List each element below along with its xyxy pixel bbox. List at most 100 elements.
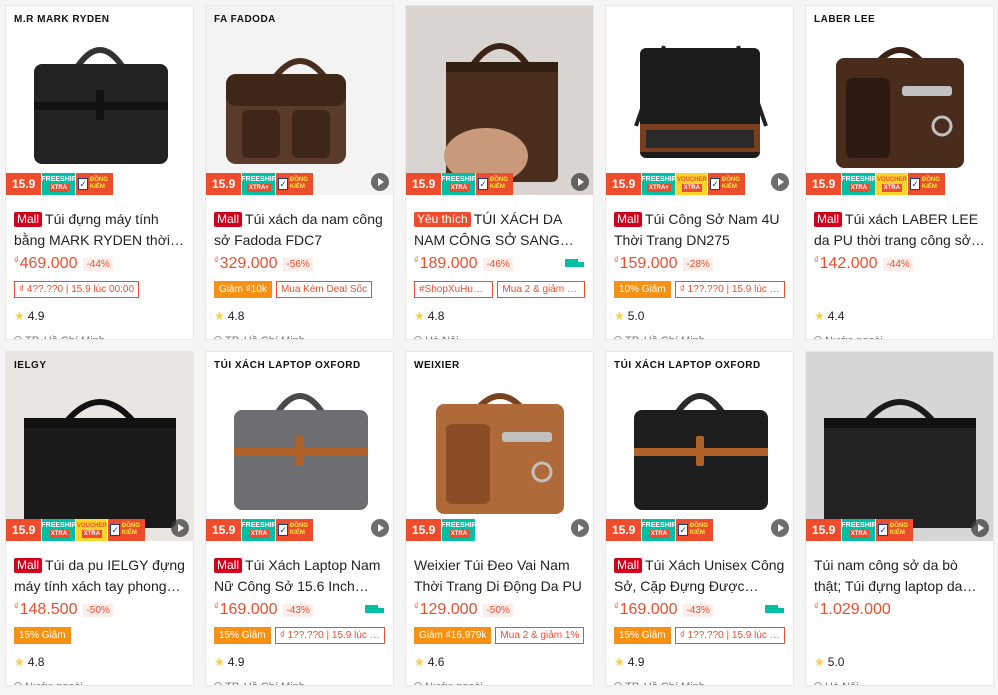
play-video-icon[interactable] — [571, 519, 589, 537]
play-video-icon[interactable] — [371, 519, 389, 537]
shop-location: Hà Nội — [814, 680, 985, 685]
sale-day-badge: 15.9 — [606, 519, 642, 541]
location-pin-icon — [14, 336, 22, 339]
discount-badge: -46% — [483, 257, 513, 271]
product-info: Mall Túi đựng máy tính bằng MARK RYDEN th… — [6, 209, 193, 339]
product-title[interactable]: Mall Túi Xách Unisex Công Sở, Cặp Đựng Đư… — [614, 555, 785, 597]
product-card[interactable]: IELGY 15.9 FREESHIP XTRA VOUCHER XTRA ✓ ĐỒNG KI… — [5, 351, 194, 686]
product-card[interactable]: M.R MARK RYDEN 15.9 FREESHIP XTRA ✓ ĐỒNG KIỂM… — [5, 5, 194, 340]
product-info: Mall Túi Xách Unisex Công Sở, Cặp Đựng Đư… — [606, 555, 793, 685]
promo-tag: Giảm ₫10k — [214, 281, 272, 298]
product-grid: M.R MARK RYDEN 15.9 FREESHIP XTRA ✓ ĐỒNG KIỂM… — [5, 5, 994, 686]
product-title[interactable]: Weixier Túi Đeo Vai Nam Thời Trang Di Độ… — [414, 555, 585, 597]
location-text: Hà Nội — [425, 335, 459, 339]
sale-day-badge: 15.9 — [406, 173, 442, 195]
product-card[interactable]: LABER LEE 15.9 FREESHIP XTRA VOUCHER XTRA ✓ ĐỒN… — [805, 5, 994, 340]
currency-symbol: ₫ — [814, 255, 819, 265]
inspection-badge: ✓ ĐỒNG KIỂM — [675, 519, 714, 541]
price-value: 1.029.000 — [819, 601, 891, 618]
product-image[interactable]: 15.9 FREESHIP XTRA ✓ ĐỒNG KIỂM — [806, 352, 993, 541]
product-card[interactable]: TÚI XÁCH LAPTOP OXFORD 15.9 FREESHIP XTRA ✓ Đ… — [205, 351, 394, 686]
inspection-label: ĐỒNG KIỂM — [89, 177, 108, 190]
product-title[interactable]: Túi nam công sở da bò thật; Túi đựng lap… — [814, 555, 985, 597]
price-value: 469.000 — [19, 255, 78, 272]
promo-tag: 15% Giảm — [14, 627, 71, 644]
product-image[interactable]: M.R MARK RYDEN 15.9 FREESHIP XTRA ✓ ĐỒNG KIỂM — [6, 6, 193, 195]
promo-tag: Mua Kèm Deal Sốc — [275, 281, 373, 298]
product-card[interactable]: TÚI XÁCH LAPTOP OXFORD 15.9 FREESHIP XTRA ✓ Đ… — [605, 351, 794, 686]
freeship-badge: FREESHIP XTRA — [641, 519, 676, 541]
product-image[interactable]: TÚI XÁCH LAPTOP OXFORD 15.9 FREESHIP XTRA ✓ Đ… — [206, 352, 393, 541]
inspection-badge: ✓ ĐỒNG KIỂM — [75, 173, 114, 195]
currency-symbol: ₫ — [614, 601, 619, 611]
product-image[interactable]: TÚI XÁCH LAPTOP OXFORD 15.9 FREESHIP XTRA ✓ Đ… — [606, 352, 793, 541]
voucher-badge: VOUCHER XTRA — [875, 173, 908, 195]
freeship-label: FREESHIP — [241, 176, 277, 183]
product-card[interactable]: 15.9 FREESHIP XTRA+ VOUCHER XTRA ✓ ĐỒNG KIỂM Ma… — [605, 5, 794, 340]
checkmark-icon: ✓ — [278, 178, 288, 190]
product-image[interactable]: 15.9 FREESHIP XTRA ✓ ĐỒNG KIỂM — [406, 6, 593, 195]
freeship-label: FREESHIP — [441, 176, 477, 183]
freeship-badge: FREESHIP XTRA — [841, 519, 876, 541]
freeship-xtra-label: XTRA — [448, 530, 470, 538]
promo-tags: Giảm ₫10k Mua Kèm Deal Sốc — [214, 281, 385, 298]
product-price: ₫1.029.000 — [814, 601, 891, 619]
mall-tag: Mall — [214, 212, 243, 227]
product-title[interactable]: Yêu thíchTÚI XÁCH DA NAM CÔNG SỞ SANG TR… — [414, 209, 585, 251]
price-row: ₫189.000 -46% — [414, 254, 585, 274]
play-video-icon[interactable] — [571, 173, 589, 191]
rating: ★ 5.0 — [614, 308, 785, 324]
brand-logo: IELGY — [14, 360, 47, 371]
checkmark-icon: ✓ — [278, 524, 288, 536]
freeship-label: FREESHIP — [41, 176, 77, 183]
product-image[interactable]: 15.9 FREESHIP XTRA+ VOUCHER XTRA ✓ ĐỒNG KIỂM — [606, 6, 793, 195]
product-title[interactable]: Mall Túi đựng máy tính bằng MARK RYDEN th… — [14, 209, 185, 251]
inspection-label: ĐỒNG KIỂM — [889, 523, 908, 536]
product-card[interactable]: FA FADODA 15.9 FREESHIP XTRA+ ✓ ĐỒNG KIỂM Mall… — [205, 5, 394, 340]
product-image[interactable]: IELGY 15.9 FREESHIP XTRA VOUCHER XTRA ✓ ĐỒNG KI… — [6, 352, 193, 541]
product-title[interactable]: Mall Túi da pu IELGY đựng máy tính xách t… — [14, 555, 185, 597]
shop-location: Nước ngoài — [414, 680, 585, 685]
product-card[interactable]: 15.9 FREESHIP XTRA ✓ ĐỒNG KIỂM Túi nam công s… — [805, 351, 994, 686]
location-pin-icon — [814, 336, 822, 339]
freeship-badge: FREESHIP XTRA — [441, 519, 477, 541]
product-image[interactable]: WEIXIER 15.9 FREESHIP XTRA — [406, 352, 593, 541]
product-image[interactable]: LABER LEE 15.9 FREESHIP XTRA VOUCHER XTRA ✓ ĐỒN… — [806, 6, 993, 195]
play-video-icon[interactable] — [371, 173, 389, 191]
freeship-label: FREESHIP — [441, 522, 477, 529]
product-photo — [6, 352, 193, 541]
price-row: ₫159.000 -28% — [614, 254, 785, 274]
mall-tag: Mall — [614, 212, 643, 227]
star-icon: ★ — [414, 655, 425, 669]
inspection-label: ĐỒNG KIỂM — [721, 177, 740, 190]
product-title[interactable]: Mall Túi xách da nam công sở Fadoda FDC7 — [214, 209, 385, 251]
price-row: ₫469.000 -44% — [14, 254, 185, 274]
product-title[interactable]: Mall Túi Công Sở Nam 4U Thời Trang DN275 — [614, 209, 785, 251]
freeship-xtra-label: XTRA — [848, 184, 870, 192]
play-video-icon[interactable] — [171, 519, 189, 537]
play-video-icon[interactable] — [771, 519, 789, 537]
product-image[interactable]: FA FADODA 15.9 FREESHIP XTRA+ ✓ ĐỒNG KIỂM — [206, 6, 393, 195]
inspection-label: ĐỒNG KIỂM — [121, 523, 140, 536]
product-info: Mall Túi Xách Laptop Nam Nữ Công Sở 15.6 … — [206, 555, 393, 685]
product-card[interactable]: WEIXIER 15.9 FREESHIP XTRA Weixier Túi Đeo V… — [405, 351, 594, 686]
play-video-icon[interactable] — [771, 173, 789, 191]
brand-logo: WEIXIER — [414, 360, 460, 371]
promo-badges: 15.9 FREESHIP XTRA VOUCHER XTRA ✓ ĐỒNG KIỂM — [806, 173, 946, 195]
product-title[interactable]: Mall Túi Xách Laptop Nam Nữ Công Sở 15.6 … — [214, 555, 385, 597]
product-title[interactable]: Mall Túi xách LABER LEE da PU thời trang … — [814, 209, 985, 251]
product-photo — [606, 6, 793, 195]
inspection-badge: ✓ ĐỒNG KIỂM — [275, 519, 314, 541]
star-icon: ★ — [414, 309, 425, 323]
inspection-badge: ✓ ĐỒNG KIỂM — [475, 173, 514, 195]
currency-symbol: ₫ — [214, 601, 219, 611]
brand-logo: TÚI XÁCH LAPTOP OXFORD — [614, 360, 761, 371]
product-price: ₫142.000 — [814, 255, 877, 273]
freeship-truck-icon — [565, 258, 585, 270]
promo-badges: 15.9 FREESHIP XTRA VOUCHER XTRA ✓ ĐỒNG KIỂM — [6, 519, 146, 541]
checkmark-icon: ✓ — [110, 524, 120, 536]
promo-tags: #ShopXuHuong Mua 2 & giảm 6% — [414, 281, 585, 298]
play-video-icon[interactable] — [971, 519, 989, 537]
sale-day-badge: 15.9 — [206, 173, 242, 195]
product-card[interactable]: 15.9 FREESHIP XTRA ✓ ĐỒNG KIỂM Yêu thích TÚI X… — [405, 5, 594, 340]
